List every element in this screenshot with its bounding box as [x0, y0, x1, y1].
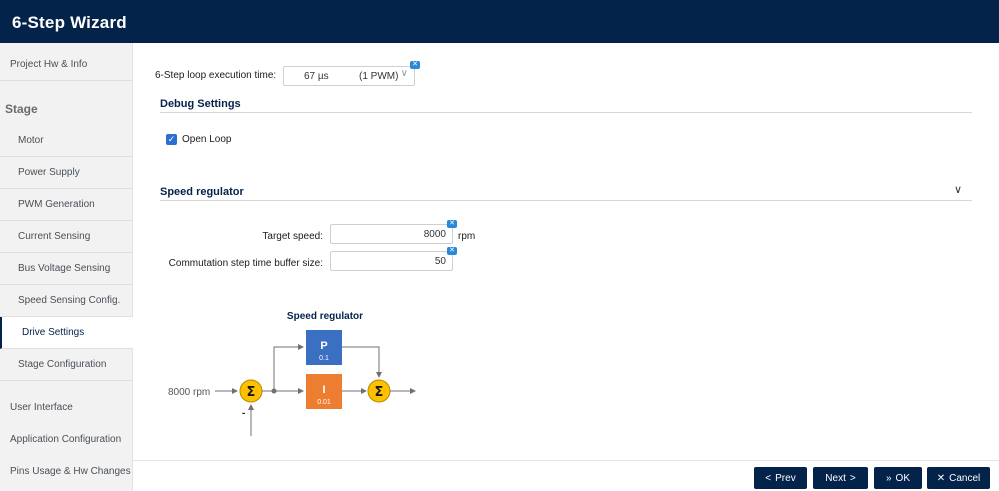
open-loop-checkbox[interactable]: ✓ [166, 134, 177, 145]
svg-text:0.01: 0.01 [317, 399, 331, 406]
svg-text:P: P [320, 340, 327, 352]
sidebar-item-current-sensing[interactable]: Current Sensing [0, 221, 133, 253]
sidebar-item-motor[interactable]: Motor [0, 125, 133, 157]
target-speed-unit: rpm [458, 231, 476, 242]
buffer-size-label: Commutation step time buffer size: [168, 258, 323, 269]
sidebar-section-stage[interactable]: Stage [0, 93, 133, 125]
reset-icon[interactable]: ✕ [447, 247, 457, 255]
section-divider [160, 200, 972, 201]
app-title: 6-Step Wizard [0, 0, 999, 43]
svg-text:I: I [322, 384, 325, 396]
sidebar-item-power-supply[interactable]: Power Supply [0, 157, 133, 189]
sidebar-item-pwm-generation[interactable]: PWM Generation [0, 189, 133, 221]
sidebar-item-drive-settings[interactable]: Drive Settings [0, 317, 133, 349]
diagram-title: Speed regulator [287, 311, 363, 322]
next-button[interactable]: Next > [813, 467, 868, 489]
reset-icon[interactable]: ✕ [447, 220, 457, 228]
sidebar-item-bus-voltage-sensing[interactable]: Bus Voltage Sensing [0, 253, 133, 285]
sidebar-item-speed-sensing-config[interactable]: Speed Sensing Config. [0, 285, 133, 317]
debug-settings-title: Debug Settings [160, 98, 241, 110]
cancel-button[interactable]: ✕ Cancel [927, 467, 990, 489]
chevron-down-icon[interactable]: ∨ [954, 183, 962, 196]
chevron-down-icon: ∨ [400, 68, 408, 79]
reset-icon[interactable]: ✕ [410, 61, 420, 69]
footer-divider [133, 460, 999, 461]
section-divider [160, 112, 972, 113]
main-content: 6-Step loop execution time: 67 µs (1 PWM… [133, 43, 999, 491]
svg-text:Σ: Σ [375, 385, 384, 400]
speed-regulator-title: Speed regulator [160, 186, 244, 198]
minus-sign: - [242, 408, 245, 419]
sidebar-item-stage-configuration[interactable]: Stage Configuration [0, 349, 133, 381]
double-chevron-right-icon: » [885, 472, 892, 484]
chevron-left-icon: < [765, 472, 772, 484]
chevron-right-icon: > [849, 472, 856, 484]
loop-time-select[interactable]: 67 µs (1 PWM) ∨ [283, 66, 415, 86]
buffer-size-input[interactable]: 50 [330, 251, 453, 271]
sidebar: Project Hw & Info Stage Motor Power Supp… [0, 43, 133, 491]
svg-text:Σ: Σ [247, 385, 256, 400]
svg-text:0.1: 0.1 [319, 355, 329, 362]
sidebar-item-pins-usage[interactable]: Pins Usage & Hw Changes [0, 455, 133, 487]
open-loop-label: Open Loop [182, 134, 232, 145]
loop-time-value: 67 µs [304, 71, 329, 82]
speed-regulator-diagram: Speed regulator 8000 rpm Σ - P 0.1 I 0.0… [168, 311, 416, 436]
sidebar-item-project-hw-info[interactable]: Project Hw & Info [0, 49, 133, 81]
loop-time-unit: (1 PWM) [359, 71, 399, 82]
sidebar-item-user-interface[interactable]: User Interface [0, 391, 133, 423]
sidebar-item-application-configuration[interactable]: Application Configuration [0, 423, 133, 455]
prev-button[interactable]: < Prev [754, 467, 807, 489]
diagram-input-label: 8000 rpm [168, 387, 210, 398]
loop-time-label: 6-Step loop execution time: [155, 70, 277, 81]
target-speed-input[interactable]: 8000 [330, 224, 453, 244]
target-speed-label: Target speed: [262, 231, 323, 242]
ok-button[interactable]: » OK [874, 467, 922, 489]
close-icon: ✕ [936, 472, 946, 484]
